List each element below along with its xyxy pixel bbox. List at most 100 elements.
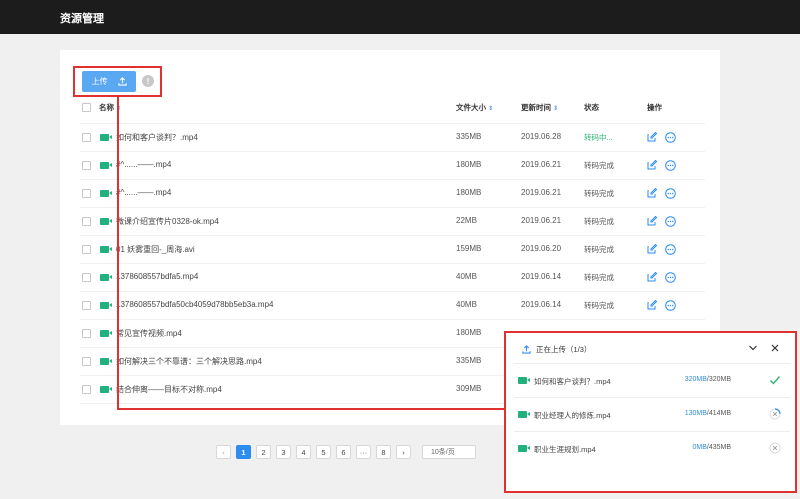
video-file-icon xyxy=(100,218,112,225)
video-file-icon xyxy=(100,274,112,281)
page-button[interactable]: 8 xyxy=(376,445,391,459)
table-row: 01 妖雾重回-_周海.avi 159MB 2019.06.20 转码完成 xyxy=(0,236,800,264)
row-checkbox[interactable] xyxy=(82,329,91,338)
page-size-select[interactable]: 10条/页 xyxy=(422,445,476,459)
row-checkbox[interactable] xyxy=(82,357,91,366)
more-icon[interactable] xyxy=(665,300,676,311)
file-name[interactable]: #^......——.mp4 xyxy=(116,160,171,169)
file-size: 40MB xyxy=(456,272,477,281)
prev-page-button[interactable]: ‹ xyxy=(216,445,231,459)
file-size: 180MB xyxy=(456,160,482,169)
table-row: #^......——.mp4 180MB 2019.06.21 转码完成 xyxy=(0,180,800,208)
column-header-size[interactable]: 文件大小 ⇕ xyxy=(456,102,493,114)
page-button[interactable]: 5 xyxy=(316,445,331,459)
more-icon[interactable] xyxy=(665,188,676,199)
more-icon[interactable] xyxy=(665,216,676,227)
table-row: #^......——.mp4 180MB 2019.06.21 转码完成 xyxy=(0,152,800,180)
upload-progress: 130MB/414MB xyxy=(684,410,731,417)
row-checkbox[interactable] xyxy=(82,189,91,198)
upload-progress-panel: 正在上传（1/3） 如何和客户谈判？.mp4 320MB/320MB 职业经理人… xyxy=(504,331,797,493)
row-checkbox[interactable] xyxy=(82,245,91,254)
row-checkbox[interactable] xyxy=(82,273,91,282)
upload-panel-title: 正在上传（1/3） xyxy=(536,345,592,354)
file-date: 2019.06.28 xyxy=(521,132,562,141)
upload-item: 职业生涯规划.mp4 0MB/435MB xyxy=(506,433,799,463)
file-name[interactable]: 微课介绍宣传片0328-ok.mp4 xyxy=(116,216,219,227)
edit-icon[interactable] xyxy=(647,300,657,310)
upload-highlight-box xyxy=(73,66,162,97)
upload-progress: 0MB/435MB xyxy=(692,444,731,451)
close-icon[interactable] xyxy=(770,343,780,353)
video-file-icon xyxy=(100,162,112,169)
page-button[interactable]: 1 xyxy=(236,445,251,459)
page-ellipsis[interactable]: ··· xyxy=(356,445,371,459)
column-header-updated[interactable]: 更新时间 ⇕ xyxy=(521,102,558,114)
row-checkbox[interactable] xyxy=(82,133,91,142)
file-status: 转码完成 xyxy=(584,273,614,282)
row-checkbox[interactable] xyxy=(82,385,91,394)
row-checkbox[interactable] xyxy=(82,161,91,170)
divider xyxy=(514,363,790,364)
page-title: 资源管理 xyxy=(60,13,104,25)
table-row: 1378608557bdfa5.mp4 40MB 2019.06.14 转码完成 xyxy=(0,264,800,292)
file-size: 40MB xyxy=(456,300,477,309)
file-name[interactable]: 1378608557bdfa5.mp4 xyxy=(116,272,198,281)
table-row: 1378608557bdfa50cb4059d78bb5eb3a.mp4 40M… xyxy=(0,292,800,320)
table-row: 微课介绍宣传片0328-ok.mp4 22MB 2019.06.21 转码完成 xyxy=(0,208,800,236)
file-date: 2019.06.14 xyxy=(521,272,562,281)
column-header-actions: 操作 xyxy=(647,103,662,112)
video-file-icon xyxy=(518,377,530,384)
upload-file-name: 如何和客户谈判？.mp4 xyxy=(534,377,611,386)
upload-icon xyxy=(522,345,531,354)
edit-icon[interactable] xyxy=(647,272,657,282)
edit-icon[interactable] xyxy=(647,132,657,142)
upload-file-name: 职业生涯规划.mp4 xyxy=(534,445,596,454)
pagination: ‹ 1 2 3 4 5 6 ··· 8 › 10条/页 xyxy=(216,445,476,459)
next-page-button[interactable]: › xyxy=(396,445,411,459)
video-file-icon xyxy=(100,134,112,141)
video-file-icon xyxy=(100,246,112,253)
file-size: 22MB xyxy=(456,216,477,225)
file-name[interactable]: 结合伸离——目标不对称.mp4 xyxy=(116,384,222,395)
more-icon[interactable] xyxy=(665,272,676,283)
file-date: 2019.06.14 xyxy=(521,300,562,309)
edit-icon[interactable] xyxy=(647,188,657,198)
more-icon[interactable] xyxy=(665,160,676,171)
video-file-icon xyxy=(100,330,112,337)
row-checkbox[interactable] xyxy=(82,301,91,310)
page-button[interactable]: 4 xyxy=(296,445,311,459)
cancel-upload-icon[interactable] xyxy=(769,442,781,454)
file-status: 转码完成 xyxy=(584,161,614,170)
upload-panel-header: 正在上传（1/3） xyxy=(522,344,591,355)
sort-icon[interactable]: ⇕ xyxy=(488,106,493,112)
uploading-progress-icon[interactable] xyxy=(769,408,781,420)
edit-icon[interactable] xyxy=(647,160,657,170)
edit-icon[interactable] xyxy=(647,216,657,226)
page-button[interactable]: 3 xyxy=(276,445,291,459)
upload-file-name: 职业经理人的修炼.mp4 xyxy=(534,411,611,420)
edit-icon[interactable] xyxy=(647,244,657,254)
file-name[interactable]: 1378608557bdfa50cb4059d78bb5eb3a.mp4 xyxy=(116,300,273,309)
file-name[interactable]: 如何和客户谈判？.mp4 xyxy=(116,132,198,143)
file-name[interactable]: 常见宣传视频.mp4 xyxy=(116,328,182,339)
file-status: 转码完成 xyxy=(584,189,614,198)
more-icon[interactable] xyxy=(665,244,676,255)
file-name[interactable]: 01 妖雾重回-_周海.avi xyxy=(116,244,195,255)
chevron-down-icon[interactable] xyxy=(748,343,758,353)
annotation-connector xyxy=(117,408,505,410)
video-file-icon xyxy=(518,411,530,418)
column-header-status: 状态 xyxy=(584,103,599,112)
file-date: 2019.06.21 xyxy=(521,188,562,197)
sort-icon[interactable]: ⇕ xyxy=(553,106,558,112)
page-button[interactable]: 2 xyxy=(256,445,271,459)
file-name[interactable]: #^......——.mp4 xyxy=(116,188,171,197)
upload-item: 职业经理人的修炼.mp4 130MB/414MB xyxy=(506,399,799,429)
file-status: 转码完成 xyxy=(584,245,614,254)
video-file-icon xyxy=(100,358,112,365)
file-name[interactable]: 如何解决三个不靠谱：三个解决思路.mp4 xyxy=(116,356,262,367)
select-all-checkbox[interactable] xyxy=(82,103,91,112)
more-icon[interactable] xyxy=(665,132,676,143)
page-button[interactable]: 6 xyxy=(336,445,351,459)
row-checkbox[interactable] xyxy=(82,217,91,226)
top-bar: 资源管理 xyxy=(0,0,800,34)
